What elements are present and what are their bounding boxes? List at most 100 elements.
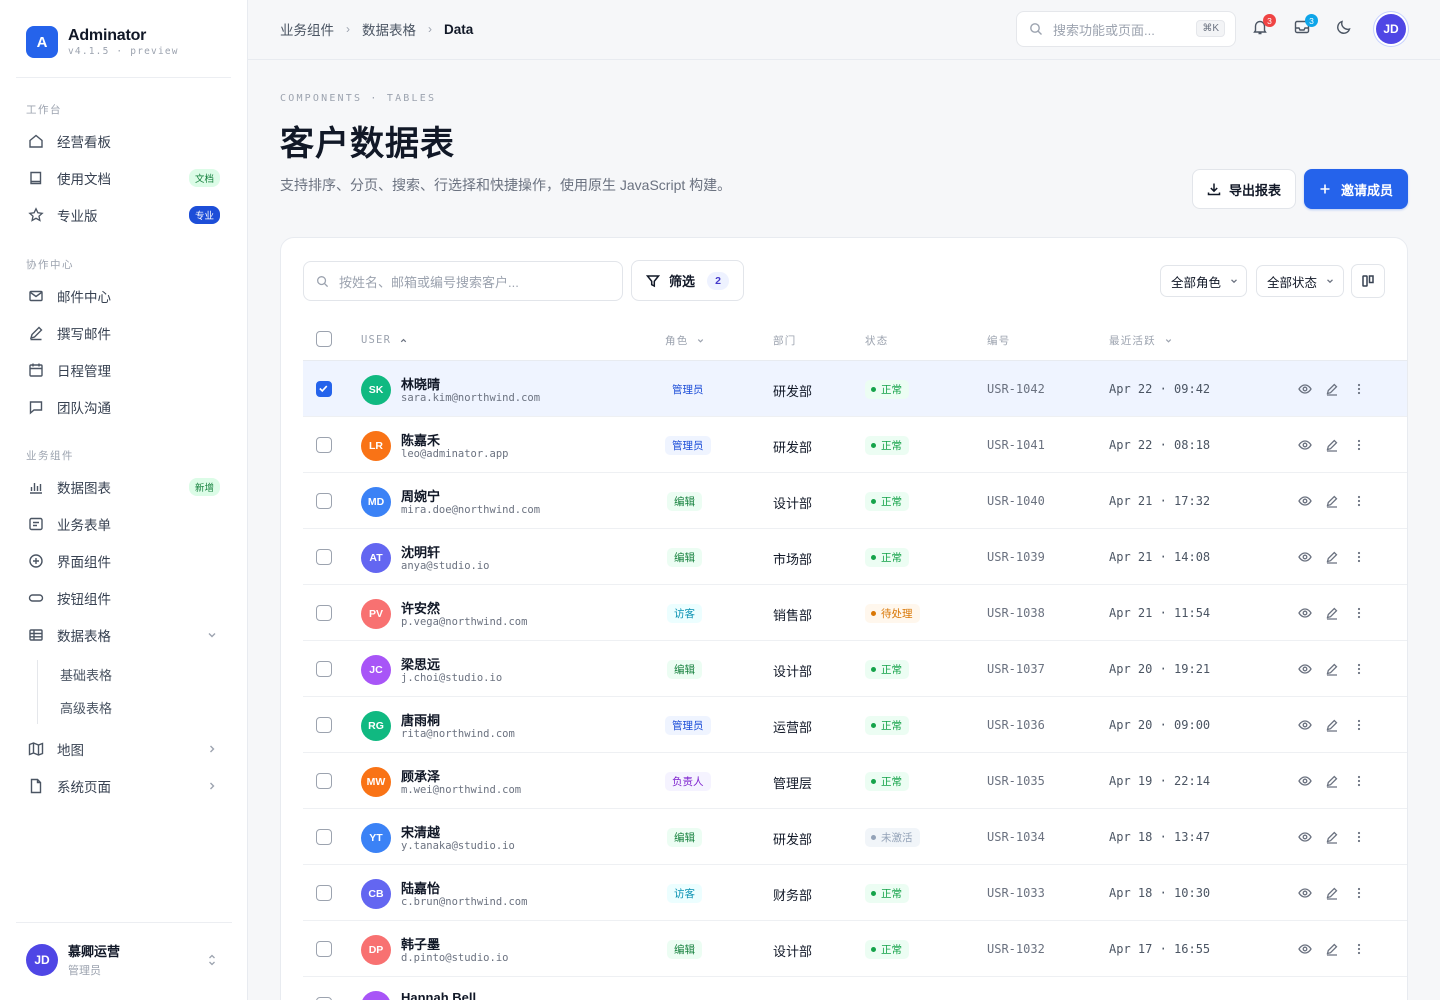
table-row[interactable]: Hannah Bell (303, 977, 1407, 1000)
brand[interactable]: A Adminator v4.1.5 · preview (26, 26, 179, 58)
sidebar-item-compose[interactable]: 撰写邮件 (16, 315, 232, 351)
status-select[interactable]: 全部状态 (1256, 265, 1344, 297)
view-icon[interactable] (1298, 606, 1312, 620)
row-checkbox[interactable] (316, 437, 332, 453)
view-icon[interactable] (1298, 382, 1312, 396)
row-checkbox[interactable] (316, 493, 332, 509)
row-checkbox[interactable] (316, 605, 332, 621)
view-icon[interactable] (1298, 774, 1312, 788)
sidebar-user[interactable]: JD 慕卿运营 管理员 (16, 922, 232, 996)
messages-button[interactable]: 3 (1293, 14, 1318, 38)
sidebar-subitem-basic-table[interactable]: 基础表格 (48, 659, 232, 689)
more-icon[interactable] (1352, 830, 1366, 844)
table-row[interactable]: PV 许安然 p.vega@northwind.com 访客 销售部 待处理 USR-103… (303, 585, 1407, 641)
edit-icon[interactable] (1325, 494, 1339, 508)
table-row[interactable]: JC 梁思远 j.choi@studio.io 编辑 设计部 正常 USR-1037 Apr … (303, 641, 1407, 697)
more-icon[interactable] (1352, 942, 1366, 956)
more-icon[interactable] (1352, 718, 1366, 732)
row-checkbox[interactable] (316, 773, 332, 789)
sidebar-item-tables[interactable]: 数据表格 (16, 617, 232, 653)
sidebar-item-buttons[interactable]: 按钮组件 (16, 580, 232, 616)
edit-icon[interactable] (1325, 662, 1339, 676)
sidebar-item-system-pages[interactable]: 系统页面 (16, 768, 232, 804)
user-avatar-button[interactable]: JD (1376, 14, 1406, 44)
table-row[interactable]: CB 陆嘉怡 c.brun@northwind.com 访客 财务部 正常 USR-1033… (303, 865, 1407, 921)
more-icon[interactable] (1352, 774, 1366, 788)
sidebar-item-calendar[interactable]: 日程管理 (16, 352, 232, 388)
table-row[interactable]: MD 周婉宁 mira.doe@northwind.com 编辑 设计部 正常 USR-10… (303, 473, 1407, 529)
edit-icon[interactable] (1325, 606, 1339, 620)
row-checkbox[interactable] (316, 829, 332, 845)
sidebar-item-mail[interactable]: 邮件中心 (16, 278, 232, 314)
row-checkbox[interactable] (316, 941, 332, 957)
notifications-button[interactable]: 3 (1251, 14, 1276, 38)
edit-icon[interactable] (1325, 774, 1339, 788)
table-row[interactable]: RG 唐雨桐 rita@northwind.com 管理员 运营部 正常 USR-1036 A… (303, 697, 1407, 753)
column-header-user[interactable]: USER (361, 319, 408, 361)
table-row[interactable]: LR 陈嘉禾 leo@adminator.app 管理员 研发部 正常 USR-1041 Ap… (303, 417, 1407, 473)
edit-icon[interactable] (1325, 886, 1339, 900)
row-checkbox[interactable] (316, 717, 332, 733)
user-id: USR-1036 (987, 718, 1045, 732)
more-icon[interactable] (1352, 662, 1366, 676)
table-row[interactable]: YT 宋清越 y.tanaka@studio.io 编辑 研发部 未激活 USR-1034 A… (303, 809, 1407, 865)
sidebar-item-map[interactable]: 地图 (16, 731, 232, 767)
edit-icon[interactable] (1325, 830, 1339, 844)
table-row[interactable]: AT 沈明轩 anya@studio.io 编辑 市场部 正常 USR-1039 Apr 21… (303, 529, 1407, 585)
sidebar-item-chat[interactable]: 团队沟通 (16, 389, 232, 425)
row-checkbox[interactable] (316, 661, 332, 677)
more-icon[interactable] (1352, 550, 1366, 564)
last-active: Apr 21 · 14:08 (1109, 550, 1211, 564)
column-header-dept[interactable]: 部门 (773, 319, 796, 361)
role-select[interactable]: 全部角色 (1160, 265, 1247, 297)
view-icon[interactable] (1298, 718, 1312, 732)
sidebar-item-dashboard[interactable]: 经营看板 (16, 123, 232, 159)
view-icon[interactable] (1298, 830, 1312, 844)
sidebar-item-charts[interactable]: 数据图表 新增 (16, 469, 232, 505)
select-all-checkbox[interactable] (316, 331, 332, 347)
table-row[interactable]: SK 林晓晴 sara.kim@northwind.com 管理员 研发部 正常 USR-1… (303, 361, 1407, 417)
row-checkbox[interactable] (316, 885, 332, 901)
filter-button[interactable]: 筛选 2 (631, 260, 744, 301)
view-icon[interactable] (1298, 662, 1312, 676)
table-row[interactable]: MW 顾承泽 m.wei@northwind.com 负责人 管理层 正常 USR-1035… (303, 753, 1407, 809)
sidebar-item-forms[interactable]: 业务表单 (16, 506, 232, 542)
edit-icon[interactable] (1325, 382, 1339, 396)
row-checkbox[interactable] (316, 381, 332, 397)
more-icon[interactable] (1352, 438, 1366, 452)
edit-icon[interactable] (1325, 718, 1339, 732)
row-checkbox[interactable] (316, 549, 332, 565)
edit-icon[interactable] (1325, 550, 1339, 564)
breadcrumb-item[interactable]: 业务组件 (280, 19, 334, 39)
sidebar-item-ui-components[interactable]: 界面组件 (16, 543, 232, 579)
more-icon[interactable] (1352, 382, 1366, 396)
table-search-input[interactable]: 按姓名、邮箱或编号搜索客户... (303, 261, 623, 301)
columns-toggle-button[interactable] (1351, 264, 1385, 298)
sidebar-item-pro[interactable]: 专业版 专业 (16, 197, 232, 233)
column-header-id[interactable]: 编号 (987, 319, 1010, 361)
global-search-input[interactable]: 搜索功能或页面... ⌘K (1016, 11, 1236, 47)
view-icon[interactable] (1298, 438, 1312, 452)
column-header-role[interactable]: 角色 (665, 319, 705, 361)
column-header-last-active[interactable]: 最近活跃 (1109, 319, 1173, 361)
sidebar-item-docs[interactable]: 使用文档 文档 (16, 160, 232, 196)
edit-icon[interactable] (1325, 438, 1339, 452)
more-icon[interactable] (1352, 886, 1366, 900)
sidebar: A Adminator v4.1.5 · preview 工作台 经营看板 使用… (0, 0, 248, 1000)
more-icon[interactable] (1352, 606, 1366, 620)
view-icon[interactable] (1298, 886, 1312, 900)
sidebar-subitem-advanced-table[interactable]: 高级表格 (48, 692, 232, 722)
theme-toggle[interactable] (1335, 18, 1355, 38)
invite-member-button[interactable]: 邀请成员 (1304, 169, 1408, 209)
export-report-button[interactable]: 导出报表 (1192, 169, 1296, 209)
edit-icon[interactable] (1325, 942, 1339, 956)
breadcrumb-item[interactable]: 数据表格 (362, 19, 416, 39)
status-badge: 正常 (865, 660, 909, 679)
view-icon[interactable] (1298, 550, 1312, 564)
view-icon[interactable] (1298, 494, 1312, 508)
last-active: Apr 18 · 13:47 (1109, 830, 1211, 844)
column-header-status[interactable]: 状态 (865, 319, 888, 361)
more-icon[interactable] (1352, 494, 1366, 508)
view-icon[interactable] (1298, 942, 1312, 956)
table-row[interactable]: DP 韩子墨 d.pinto@studio.io 编辑 设计部 正常 USR-1032 Apr… (303, 921, 1407, 977)
